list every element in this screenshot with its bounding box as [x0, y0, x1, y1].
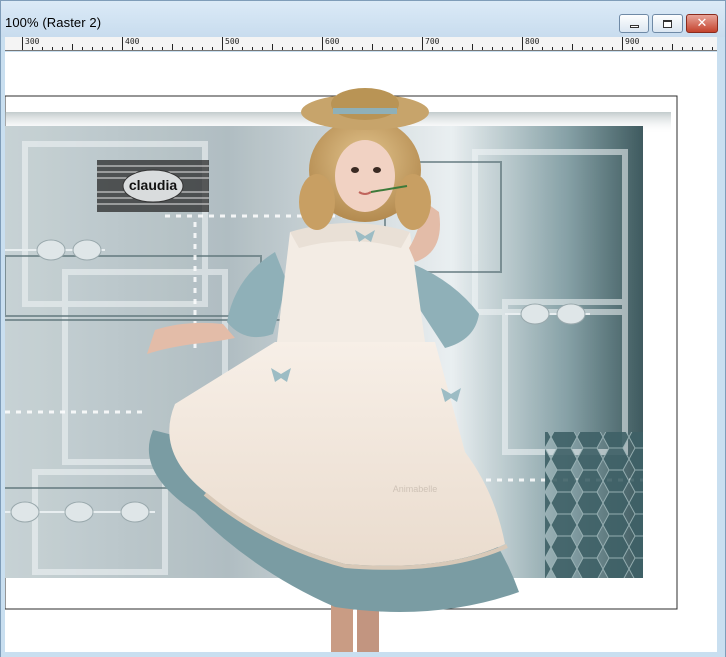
ruler-tick: [362, 47, 363, 50]
ruler-tick: [272, 44, 273, 50]
ruler-tick: [572, 44, 573, 50]
ruler-tick: [632, 47, 633, 50]
claudia-logo: claudia: [97, 160, 209, 212]
ruler-tick: [472, 44, 473, 50]
ruler-tick: [682, 47, 683, 50]
ruler-tick: [622, 37, 623, 50]
ruler-tick: [532, 47, 533, 50]
ruler-tick: [412, 47, 413, 50]
ruler-tick: [302, 47, 303, 50]
ruler-label-500: 500: [225, 37, 240, 46]
ruler-label-900: 900: [625, 37, 640, 46]
ruler-tick: [562, 47, 563, 50]
minimize-button[interactable]: [619, 14, 649, 33]
ruler-tick: [32, 47, 33, 50]
ruler-tick: [392, 47, 393, 50]
ruler-tick: [42, 47, 43, 50]
ruler-label-700: 700: [425, 37, 440, 46]
ruler-tick: [542, 47, 543, 50]
ruler-tick: [322, 37, 323, 50]
ruler-tick: [72, 44, 73, 50]
window-title: 100% (Raster 2): [5, 15, 102, 30]
ruler-tick: [292, 47, 293, 50]
ruler-label-300: 300: [25, 37, 40, 46]
ruler-tick: [502, 47, 503, 50]
ruler-tick: [112, 47, 113, 50]
ruler-tick: [662, 47, 663, 50]
artwork: claudia Animabelle: [5, 88, 678, 652]
ruler-tick: [122, 37, 123, 50]
ruler-tick: [602, 47, 603, 50]
ruler-tick: [62, 47, 63, 50]
ruler-tick: [152, 47, 153, 50]
close-icon: ✕: [696, 16, 708, 31]
ruler-tick: [282, 47, 283, 50]
ruler-tick: [702, 47, 703, 50]
ruler-tick: [252, 47, 253, 50]
ruler-tick: [242, 47, 243, 50]
image-window: 100% (Raster 2) ✕ 300 400 500 600 700 80…: [0, 0, 726, 657]
ruler-tick: [212, 47, 213, 50]
ruler-tick: [232, 47, 233, 50]
ruler-tick: [692, 47, 693, 50]
ruler-tick: [142, 47, 143, 50]
logo-text: claudia: [129, 177, 177, 193]
maximize-icon: [663, 19, 672, 28]
ruler-tick: [162, 47, 163, 50]
ruler-tick: [352, 47, 353, 50]
ruler-tick: [462, 47, 463, 50]
ruler-tick: [432, 47, 433, 50]
ruler-tick: [382, 47, 383, 50]
ruler-tick: [482, 47, 483, 50]
ruler-tick: [342, 47, 343, 50]
oval-chain-bottom: [5, 501, 155, 523]
ruler-tick: [82, 47, 83, 50]
ruler-label-800: 800: [525, 37, 540, 46]
ruler-tick: [372, 44, 373, 50]
ruler-tick: [202, 47, 203, 50]
ruler-tick: [452, 47, 453, 50]
ruler-tick: [402, 47, 403, 50]
ruler-tick: [442, 47, 443, 50]
window-bottom-border: [1, 652, 725, 657]
ruler-tick: [642, 47, 643, 50]
ruler-tick: [192, 47, 193, 50]
watermark-text: Animabelle: [393, 484, 438, 494]
image-canvas[interactable]: claudia Animabelle: [5, 52, 717, 652]
hexagon-mesh: [545, 432, 643, 578]
ruler-tick: [612, 47, 613, 50]
ruler-tick: [102, 47, 103, 50]
ruler-tick: [582, 47, 583, 50]
ruler-tick: [222, 37, 223, 50]
ruler-label-400: 400: [125, 37, 140, 46]
ruler-tick: [512, 47, 513, 50]
ruler-tick: [522, 37, 523, 50]
ruler-label-600: 600: [325, 37, 340, 46]
ruler-tick: [22, 37, 23, 50]
ruler-tick: [552, 47, 553, 50]
ruler-tick: [672, 44, 673, 50]
ruler-tick: [592, 47, 593, 50]
ruler-tick: [652, 47, 653, 50]
ruler-tick: [52, 47, 53, 50]
vertical-scrollbar[interactable]: [717, 37, 725, 652]
ruler-tick: [132, 47, 133, 50]
ruler-tick: [262, 47, 263, 50]
horizontal-ruler: 300 400 500 600 700 800 900: [5, 37, 717, 51]
maximize-button[interactable]: [652, 14, 683, 33]
title-bar[interactable]: 100% (Raster 2) ✕: [1, 1, 725, 37]
ruler-tick: [172, 44, 173, 50]
ruler-tick: [332, 47, 333, 50]
ruler-tick: [182, 47, 183, 50]
minimize-icon: [629, 25, 639, 28]
close-button[interactable]: ✕: [686, 14, 718, 33]
ruler-tick: [422, 37, 423, 50]
ruler-tick: [712, 47, 713, 50]
ruler-tick: [492, 47, 493, 50]
ruler-tick: [92, 47, 93, 50]
ruler-tick: [312, 47, 313, 50]
